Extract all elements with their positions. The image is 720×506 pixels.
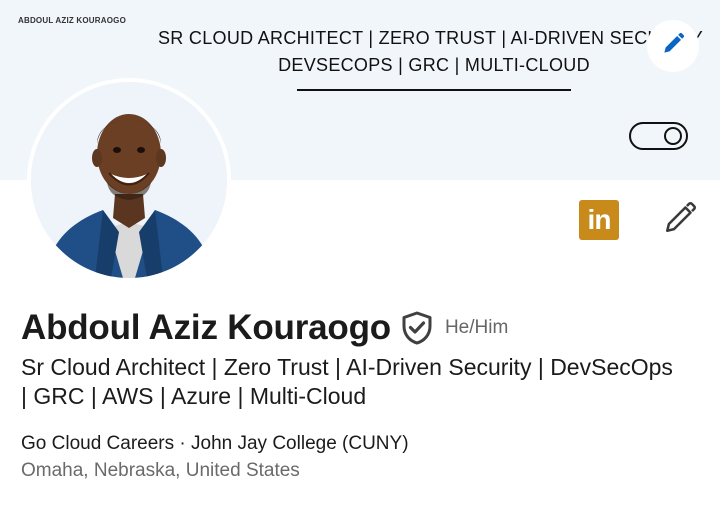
linkedin-icon[interactable]: in bbox=[579, 200, 619, 240]
verified-shield-icon[interactable] bbox=[401, 310, 435, 346]
banner-small-name: ABDOUL AZIZ KOURAOGO bbox=[18, 16, 126, 25]
avatar bbox=[31, 82, 227, 278]
pencil-icon bbox=[662, 200, 698, 241]
toggle-icon bbox=[629, 122, 688, 150]
profile-name: Abdoul Aziz Kouraogo bbox=[21, 308, 391, 347]
profile-headline: Sr Cloud Architect | Zero Trust | AI-Dri… bbox=[21, 354, 673, 409]
location: Omaha, Nebraska, United States bbox=[21, 460, 300, 481]
profile-photo[interactable] bbox=[27, 78, 231, 282]
banner-divider bbox=[297, 89, 571, 91]
banner-title-line-2: DEVSECOPS | GRC | MULTI-CLOUD bbox=[278, 55, 590, 75]
company-education[interactable]: Go Cloud Careers · John Jay College (CUN… bbox=[21, 433, 409, 455]
pronouns: He/Him bbox=[444, 317, 509, 338]
toggle-knob bbox=[664, 127, 682, 145]
banner-title-line-1: SR CLOUD ARCHITECT | ZERO TRUST | AI-DRI… bbox=[158, 28, 704, 48]
pencil-icon bbox=[660, 31, 686, 62]
edit-profile-button[interactable] bbox=[660, 200, 700, 240]
edit-banner-button[interactable] bbox=[647, 20, 699, 72]
name-row: Abdoul Aziz Kouraogo He/Him bbox=[21, 306, 508, 350]
